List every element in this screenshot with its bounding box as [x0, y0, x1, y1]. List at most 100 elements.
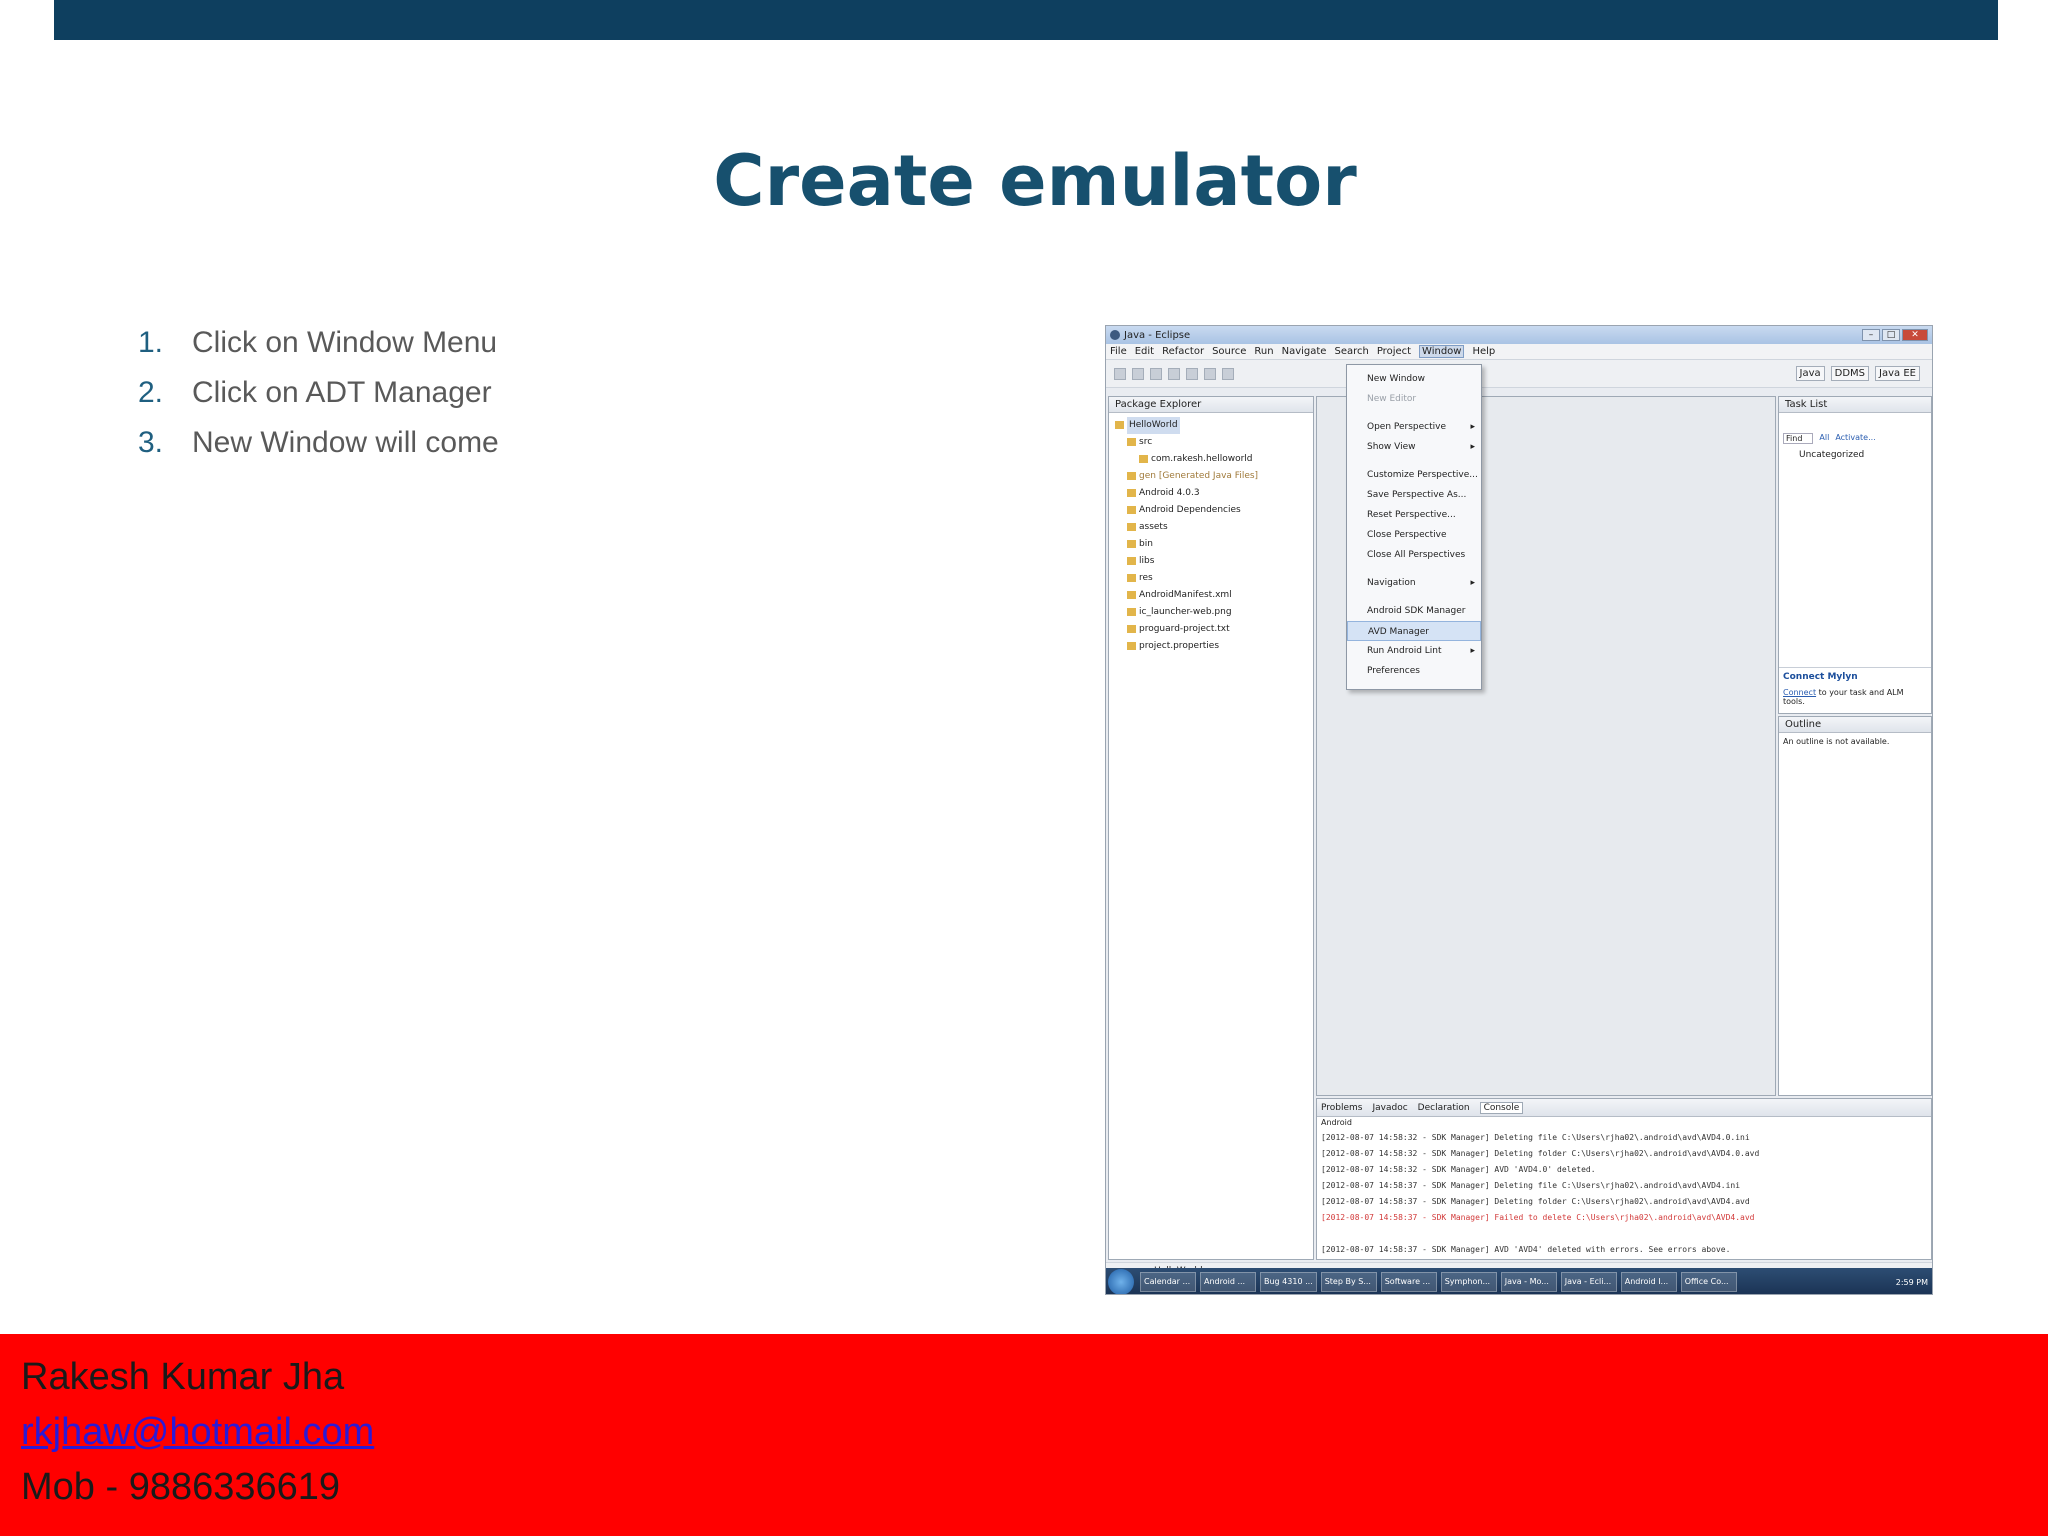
console-label: Android	[1321, 1118, 1352, 1127]
start-button-icon[interactable]	[1108, 1269, 1134, 1294]
menu-item-close-all-perspectives[interactable]: Close All Perspectives	[1347, 545, 1481, 565]
mylyn-panel: Connect Mylyn Connect to your task and A…	[1779, 667, 1931, 713]
taskbar-clock: 2:59 PM	[1895, 1277, 1928, 1287]
menu-item-navigation[interactable]: Navigation ▸	[1347, 573, 1481, 593]
menu-item-android-sdk-manager[interactable]: Android SDK Manager	[1347, 601, 1481, 621]
task-find-input[interactable]: Find	[1783, 433, 1814, 444]
step-number: 1.	[138, 326, 164, 359]
tree-item[interactable]: libs	[1115, 553, 1307, 570]
menu-navigate[interactable]: Navigate	[1282, 346, 1327, 357]
tab-console[interactable]: Console	[1479, 1101, 1524, 1114]
menu-item-new-window[interactable]: New Window	[1347, 369, 1481, 389]
perspective-switcher: Java DDMS Java EE	[1795, 366, 1932, 381]
taskbar-item[interactable]: Bug 4310 ...	[1260, 1272, 1317, 1292]
tree-item[interactable]: com.rakesh.helloworld	[1115, 451, 1307, 468]
tree-item[interactable]: AndroidManifest.xml	[1115, 587, 1307, 604]
file-icon	[1127, 641, 1136, 650]
step-number: 2.	[138, 376, 164, 409]
menu-project[interactable]: Project	[1377, 346, 1411, 357]
window-menu-dropdown: New Window New Editor Open Perspective ▸ …	[1346, 364, 1482, 690]
outline-pane: Outline An outline is not available.	[1778, 716, 1932, 1096]
menu-item-show-view[interactable]: Show View ▸	[1347, 437, 1481, 457]
folder-icon	[1127, 522, 1136, 531]
mylyn-connect-link[interactable]: Connect	[1783, 688, 1816, 697]
menu-source[interactable]: Source	[1212, 346, 1246, 357]
taskbar-item[interactable]: Step By S...	[1320, 1272, 1377, 1292]
menu-search[interactable]: Search	[1334, 346, 1368, 357]
perspective-javaee[interactable]: Java EE	[1875, 366, 1920, 381]
tree-item[interactable]: Android Dependencies	[1115, 502, 1307, 519]
taskbar-item[interactable]: Android I...	[1620, 1272, 1677, 1292]
run-icon[interactable]	[1222, 367, 1234, 380]
menu-item-avd-manager[interactable]: AVD Manager	[1347, 621, 1481, 641]
tree-item[interactable]: res	[1115, 570, 1307, 587]
folder-icon	[1127, 437, 1136, 446]
menu-run[interactable]: Run	[1254, 346, 1273, 357]
perspective-ddms[interactable]: DDMS	[1830, 366, 1870, 381]
avd-icon[interactable]	[1186, 367, 1198, 380]
tree-item[interactable]: bin	[1115, 536, 1307, 553]
new-icon[interactable]	[1114, 367, 1126, 380]
tab-javadoc[interactable]: Javadoc	[1372, 1103, 1407, 1113]
perspective-java[interactable]: Java	[1795, 366, 1825, 381]
tab-declaration[interactable]: Declaration	[1418, 1103, 1470, 1113]
submenu-arrow-icon: ▸	[1470, 578, 1475, 588]
tree-item[interactable]: src	[1115, 434, 1307, 451]
task-all-filter[interactable]: All	[1819, 433, 1829, 444]
menu-item-save-perspective[interactable]: Save Perspective As...	[1347, 485, 1481, 505]
menu-item-close-perspective[interactable]: Close Perspective	[1347, 525, 1481, 545]
tab-problems[interactable]: Problems	[1321, 1103, 1362, 1113]
menu-help[interactable]: Help	[1472, 346, 1495, 357]
submenu-arrow-icon: ▸	[1470, 646, 1475, 656]
task-category[interactable]: Uncategorized	[1779, 444, 1931, 466]
tree-item[interactable]: gen [Generated Java Files]	[1115, 468, 1307, 485]
step-text: New Window will come	[192, 426, 499, 459]
menu-edit[interactable]: Edit	[1135, 346, 1154, 357]
print-icon[interactable]	[1150, 367, 1162, 380]
step-item: 3. New Window will come	[138, 418, 499, 468]
console-log: [2012-08-07 14:58:32 - SDK Manager] Dele…	[1317, 1128, 1931, 1260]
taskbar-item[interactable]: Java - Ecli...	[1560, 1272, 1617, 1292]
top-accent-bar	[54, 0, 1998, 40]
author-name: Rakesh Kumar Jha	[21, 1356, 345, 1398]
menu-item-preferences[interactable]: Preferences	[1347, 661, 1481, 681]
task-activate-link[interactable]: Activate...	[1835, 433, 1875, 444]
menu-item-open-perspective[interactable]: Open Perspective ▸	[1347, 417, 1481, 437]
taskbar-item[interactable]: Calendar ...	[1140, 1272, 1196, 1292]
debug-icon[interactable]	[1204, 367, 1216, 380]
tree-item[interactable]: ic_launcher-web.png	[1115, 604, 1307, 621]
console-tabs: Problems Javadoc Declaration Console	[1317, 1099, 1931, 1117]
taskbar-item[interactable]: Java - Mo...	[1500, 1272, 1557, 1292]
eclipse-menubar: File Edit Refactor Source Run Navigate S…	[1106, 344, 1932, 360]
tree-item[interactable]: assets	[1115, 519, 1307, 536]
taskbar-item[interactable]: Android ...	[1200, 1272, 1256, 1292]
close-icon[interactable]: ✕	[1902, 329, 1928, 341]
author-phone: Mob - 9886336619	[21, 1466, 341, 1508]
menu-item-reset-perspective[interactable]: Reset Perspective...	[1347, 505, 1481, 525]
taskbar-item[interactable]: Software ...	[1380, 1272, 1437, 1292]
menu-file[interactable]: File	[1110, 346, 1127, 357]
android-sdk-icon[interactable]	[1168, 367, 1180, 380]
log-line-error: [2012-08-07 14:58:37 - SDK Manager] Fail…	[1321, 1213, 1755, 1222]
tree-item[interactable]: HelloWorld	[1115, 417, 1307, 434]
menu-item-customize-perspective[interactable]: Customize Perspective...	[1347, 465, 1481, 485]
image-file-icon	[1127, 607, 1136, 616]
tree-item[interactable]: proguard-project.txt	[1115, 621, 1307, 638]
maximize-icon[interactable]: □	[1882, 329, 1900, 341]
menu-item-run-android-lint[interactable]: Run Android Lint ▸	[1347, 641, 1481, 661]
menu-separator	[1347, 409, 1481, 417]
tree-item[interactable]: project.properties	[1115, 638, 1307, 655]
menu-window[interactable]: Window	[1419, 345, 1465, 358]
menu-refactor[interactable]: Refactor	[1162, 346, 1204, 357]
taskbar-item[interactable]: Symphon...	[1440, 1272, 1497, 1292]
minimize-icon[interactable]: –	[1862, 329, 1880, 341]
eclipse-title-bar: Java - Eclipse – □ ✕	[1106, 326, 1932, 344]
author-email-link[interactable]: rkjhaw@hotmail.com	[21, 1411, 374, 1453]
taskbar-item[interactable]: Office Co...	[1680, 1272, 1737, 1292]
tree-item[interactable]: Android 4.0.3	[1115, 485, 1307, 502]
folder-icon	[1127, 471, 1136, 480]
eclipse-toolbar: Java DDMS Java EE	[1106, 360, 1932, 388]
folder-icon	[1127, 556, 1136, 565]
save-icon[interactable]	[1132, 367, 1144, 380]
